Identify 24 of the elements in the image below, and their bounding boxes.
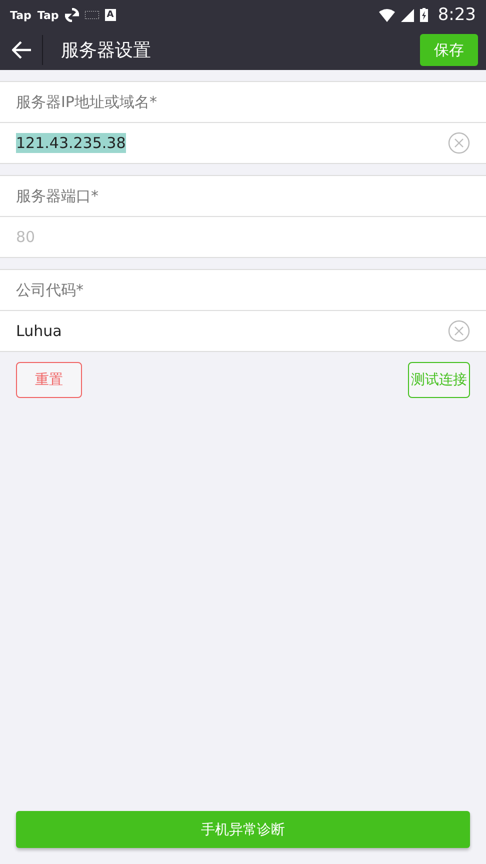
save-button[interactable]: 保存 [420,34,478,66]
status-time: 8:23 [438,5,476,25]
app-notification-label: Tap [37,8,59,22]
app-notification-label: Tap [10,8,32,22]
signal-icon [400,8,414,22]
app-notification-label: A [104,9,116,21]
field-label: 服务器IP地址或域名* [16,92,157,112]
diagnose-button[interactable]: 手机异常诊断 [16,811,470,848]
wifi-icon [378,8,395,22]
field-label: 公司代码* [16,280,84,300]
input-field[interactable]: 121.43.235.38 [16,133,126,153]
clear-icon [448,320,470,342]
page-title: 服务器设置 [61,39,152,62]
keyboard-icon [84,11,99,19]
field-label: 服务器端口* [16,186,98,206]
test-connection-button[interactable]: 测试连接 [408,362,470,398]
clear-icon [448,132,470,154]
battery-icon [420,8,428,22]
clear-button[interactable] [448,320,470,342]
sync-icon [64,8,79,22]
reset-button[interactable]: 重置 [16,362,82,398]
clear-button[interactable] [448,132,470,154]
input-field[interactable]: 80 [16,228,470,246]
input-field[interactable]: Luhua [16,322,448,340]
